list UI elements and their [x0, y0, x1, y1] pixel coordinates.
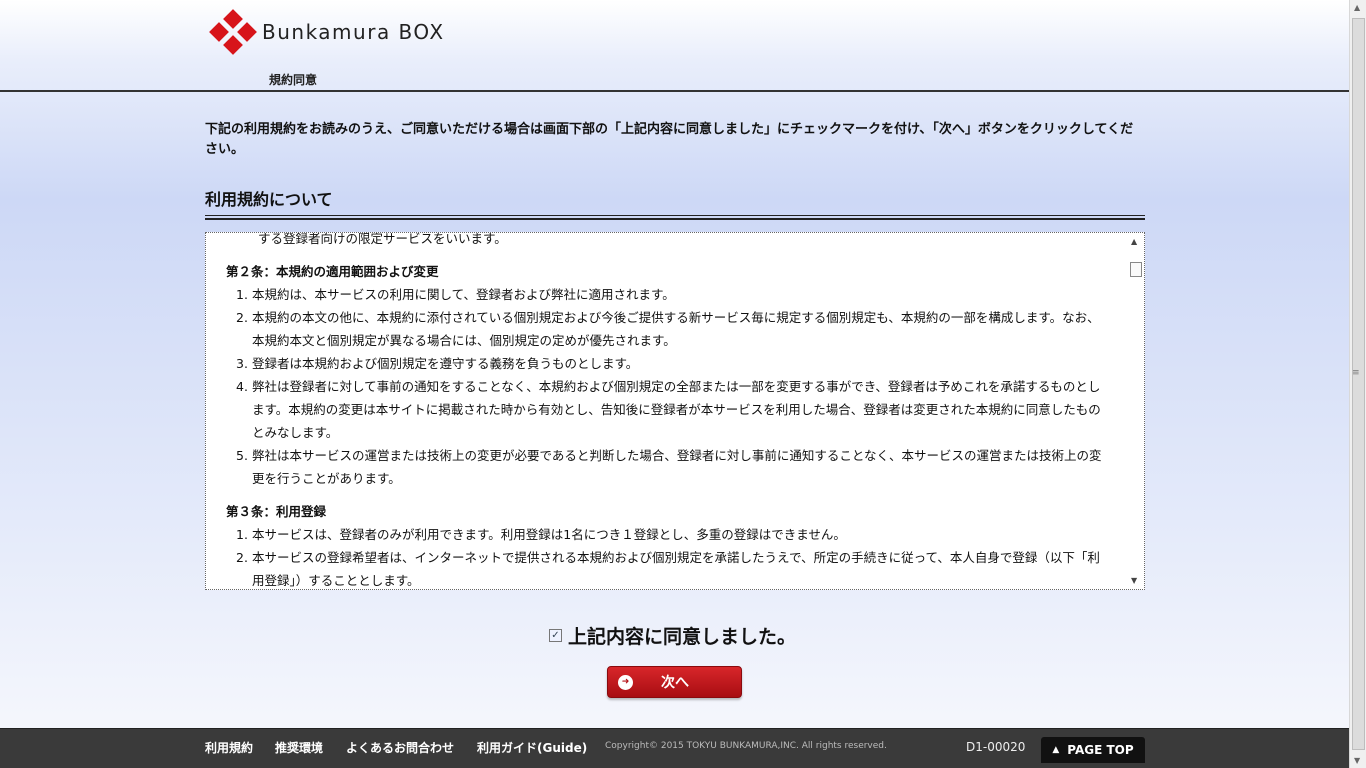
next-button-label: 次へ — [661, 675, 689, 691]
logo[interactable]: Bunkamura BOX — [209, 9, 445, 55]
list-item: 4. 弊社は登録者に対して事前の通知をすることなく、本規約および個別規定の全部また… — [236, 379, 1101, 440]
copyright-text: Copyright© 2015 TOKYU BUNKAMURA,INC. All… — [605, 741, 887, 751]
agree-label[interactable]: 上記内容に同意しました。 — [568, 622, 796, 649]
logo-diamonds-icon — [209, 9, 257, 55]
page-top-button[interactable]: ▲ PAGE TOP — [1041, 737, 1145, 763]
window-scrollbar[interactable]: ▲ ≡ ▼ — [1349, 0, 1366, 768]
chevron-up-icon: ▲ — [1052, 745, 1060, 755]
section-divider — [205, 215, 1145, 220]
agree-checkbox[interactable]: ✓ — [549, 629, 562, 642]
scroll-grip-icon: ≡ — [1352, 368, 1360, 378]
page-code: D1-00020 — [966, 740, 1026, 754]
agree-row[interactable]: ✓ 上記内容に同意しました。 — [549, 622, 796, 649]
terms-cut-line: する登録者向けの限定サービスをいいます。 — [258, 232, 507, 246]
scroll-down-arrow-icon[interactable]: ▼ — [1131, 576, 1137, 585]
footer-link-guide[interactable]: 利用ガイド(Guide) — [477, 739, 587, 756]
list-item: 5. 弊社は本サービスの運営または技術上の変更が必要であると判断した場合、登録者に… — [236, 448, 1102, 486]
arrow-right-circle-icon: ➜ — [618, 674, 633, 690]
list-item: 2. 本サービスの登録希望者は、インターネットで提供される本規約および個別規定を承… — [236, 550, 1100, 588]
scroll-up-arrow-icon[interactable]: ▲ — [1131, 237, 1137, 246]
article-2-list: 1. 本規約は、本サービスの利用に関して、登録者および弊社に適用されます。 2. 本… — [226, 283, 1106, 490]
window-scroll-thumb[interactable] — [1352, 18, 1365, 750]
window-scroll-up-icon[interactable]: ▲ — [1354, 3, 1360, 12]
header-divider — [0, 90, 1349, 92]
footer-link-environment[interactable]: 推奨環境 — [275, 739, 323, 756]
list-item: 3. 登録者は本規約および個別規定を遵守する義務を負うものとします。 — [236, 356, 639, 371]
next-button[interactable]: ➜ 次へ — [607, 666, 742, 698]
list-item: 2. 本規約の本文の他に、本規約に添付されている個別規定および今後ご提供する新サー… — [236, 310, 1100, 348]
terms-content: する登録者向けの限定サービスをいいます。 第２条：本規約の適用範囲および変更 1… — [226, 232, 1106, 589]
terms-scroll-box[interactable]: する登録者向けの限定サービスをいいます。 第２条：本規約の適用範囲および変更 1… — [205, 232, 1145, 590]
article-2-title: 第２条：本規約の適用範囲および変更 — [226, 264, 439, 279]
terms-scroll-thumb[interactable] — [1130, 262, 1142, 277]
site-header: Bunkamura BOX 規約同意 — [0, 0, 1349, 92]
article-3-title: 第３条：利用登録 — [226, 504, 327, 519]
section-title: 利用規約について — [205, 190, 333, 209]
footer-link-terms[interactable]: 利用規約 — [205, 739, 253, 756]
footer-link-faq[interactable]: よくあるお問合わせ — [346, 739, 454, 756]
breadcrumb: 規約同意 — [269, 73, 318, 87]
window-scroll-down-icon[interactable]: ▼ — [1354, 756, 1360, 765]
site-footer: 利用規約 推奨環境 よくあるお問合わせ 利用ガイド(Guide) Copyrig… — [0, 728, 1349, 768]
page-top-label: PAGE TOP — [1067, 743, 1134, 757]
instruction-text: 下記の利用規約をお読みのうえ、ご同意いただける場合は画面下部の「上記内容に同意し… — [205, 122, 1134, 157]
list-item: 1. 本規約は、本サービスの利用に関して、登録者および弊社に適用されます。 — [236, 287, 675, 302]
terms-scrollbar[interactable]: ▲ ▼ — [1127, 233, 1144, 589]
logo-text: Bunkamura BOX — [262, 20, 445, 44]
article-3-list: 1. 本サービスは、登録者のみが利用できます。利用登録は1名につき１登録とし、多重… — [226, 523, 1106, 589]
list-item: 1. 本サービスは、登録者のみが利用できます。利用登録は1名につき１登録とし、多重… — [236, 527, 846, 542]
